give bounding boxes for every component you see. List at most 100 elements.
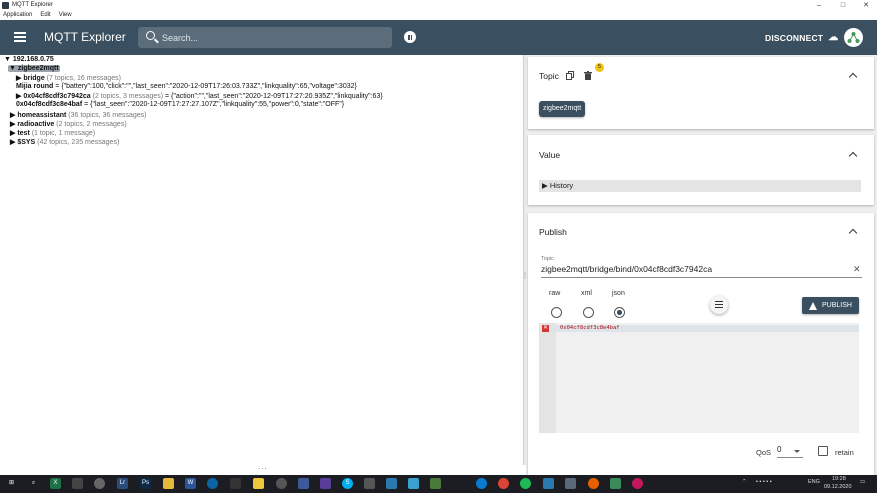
tree-node-device-2[interactable]: 0x04cf8cdf3c8e4baf = {"last_seen":"2020-… [16, 101, 344, 108]
app-icon-22[interactable] [520, 478, 531, 489]
network-icon [847, 32, 860, 43]
format-xml-radio[interactable] [583, 307, 594, 318]
avatar[interactable] [844, 28, 863, 47]
menu-edit[interactable]: Edit [40, 12, 50, 18]
app-icon-23[interactable] [543, 478, 554, 489]
tree-node-device-1[interactable]: ▶ 0x04cf8cdf3c7942ca (2 topics, 3 messag… [16, 92, 383, 100]
app-bar: MQTT Explorer DISCONNECT ☁ [0, 20, 877, 55]
tree-node-test[interactable]: ▶ test (1 topic, 1 message) [10, 129, 95, 137]
tray-icons[interactable]: ▪ ▪ ▪ ▪ ▪ [756, 479, 772, 485]
resize-dots-icon[interactable]: ... [258, 462, 268, 471]
language-indicator[interactable]: ENG [808, 479, 820, 485]
app-icon [2, 1, 9, 9]
tree-node-bridge[interactable]: ▶ bridge (7 topics, 16 messages) [16, 74, 121, 82]
app-icon-17[interactable] [386, 478, 397, 489]
value-panel: Value ▶ History [528, 135, 874, 205]
app-icon-3[interactable] [94, 478, 105, 489]
tree-node-zigbee2mqtt[interactable]: ▼ zigbee2mqtt [8, 65, 60, 72]
minimize-button[interactable]: – [808, 0, 830, 10]
menu-icon[interactable] [14, 32, 26, 42]
mqtt-explorer-taskbar-icon[interactable] [565, 478, 576, 489]
tree-node-radioactive[interactable]: ▶ radioactive (2 topics, 2 messages) [10, 120, 127, 128]
topic-panel: Topic 5 zigbee2mqtt [528, 57, 874, 129]
tree-node-homeassistant[interactable]: ▶ homeassistant (36 topics, 36 messages) [10, 111, 147, 119]
publish-topic-underline [541, 277, 862, 278]
tree-node-mijia-round[interactable]: Mijia round = {"battery":100,"click":"",… [16, 83, 357, 90]
word-icon[interactable]: W [185, 478, 196, 489]
publish-panel-title: Publish [539, 227, 567, 237]
app-icon-14[interactable] [320, 478, 331, 489]
error-icon: ✕ [542, 325, 549, 332]
qos-select[interactable]: 0 [777, 445, 803, 458]
app-title: MQTT Explorer [44, 30, 126, 44]
menu-view[interactable]: View [59, 12, 72, 18]
qos-value: 0 [777, 445, 782, 454]
format-json-button[interactable] [710, 296, 728, 314]
topic-collapse-icon[interactable] [848, 72, 858, 82]
app-icon-16[interactable] [364, 478, 375, 489]
topic-tree: ▼ 192.168.0.75 ▼ zigbee2mqtt ▶ bridge (7… [0, 55, 523, 465]
window-titlebar: MQTT Explorer – □ ✕ [0, 0, 877, 10]
topic-panel-title: Topic [539, 71, 559, 81]
disconnect-button[interactable]: DISCONNECT ☁ [765, 32, 838, 43]
value-collapse-icon[interactable] [848, 151, 858, 161]
payload-editor[interactable]: ✕ 0x04cf8cdf3c8e4baf [539, 323, 859, 433]
edge-icon[interactable] [476, 478, 487, 489]
notes-icon[interactable] [253, 478, 264, 489]
app-icon-19[interactable] [430, 478, 441, 489]
publish-collapse-icon[interactable] [848, 228, 858, 238]
tray-chevron-icon[interactable]: ⌃ [742, 479, 747, 485]
search-input[interactable] [162, 27, 382, 48]
format-json-radio[interactable] [614, 307, 625, 318]
qos-label: QoS [756, 448, 772, 457]
window-title: MQTT Explorer [12, 2, 53, 8]
clock-date[interactable]: 09.12.2020 [824, 484, 852, 490]
tree-node-root[interactable]: ▼ 192.168.0.75 [4, 56, 54, 63]
pause-icon[interactable] [404, 31, 416, 43]
menu-application[interactable]: Application [3, 12, 32, 18]
explorer-icon[interactable] [163, 478, 174, 489]
menu-bar: Application Edit View [0, 10, 877, 20]
history-toggle[interactable]: ▶ History [539, 180, 861, 192]
format-xml-label: xml [581, 290, 592, 297]
firefox-icon[interactable] [588, 478, 599, 489]
excel-icon[interactable]: X [50, 478, 61, 489]
publish-button-label: PUBLISH [822, 302, 852, 309]
search-box[interactable] [138, 27, 392, 48]
maximize-button[interactable]: □ [832, 0, 854, 10]
publish-button[interactable]: PUBLISH [802, 297, 859, 314]
disconnect-label: DISCONNECT [765, 32, 824, 43]
publish-topic-label: Topic [541, 256, 554, 262]
taskbar-search-icon[interactable]: ⌕ [28, 478, 39, 489]
cloud-off-icon: ☁ [828, 32, 839, 43]
tool-icon[interactable] [230, 478, 241, 489]
chrome-icon[interactable] [498, 478, 509, 489]
app-icon-27[interactable] [632, 478, 643, 489]
publish-topic-input[interactable]: zigbee2mqtt/bridge/bind/0x04cf8cdf3c7942… [541, 264, 712, 274]
windows-start-icon[interactable]: ⊞ [6, 478, 17, 489]
chevron-down-icon [794, 450, 800, 453]
file-icon[interactable] [72, 478, 83, 489]
lightroom-icon[interactable]: Lr [117, 478, 128, 489]
format-raw-radio[interactable] [551, 307, 562, 318]
delete-icon[interactable] [584, 71, 592, 80]
app-icon-18[interactable] [408, 478, 419, 489]
notifications-icon[interactable]: ▭ [860, 479, 865, 485]
tree-node-sys[interactable]: ▶ $SYS (42 topics, 235 messages) [10, 138, 119, 146]
app-icon-26[interactable] [610, 478, 621, 489]
close-button[interactable]: ✕ [855, 0, 877, 10]
photoshop-icon[interactable]: Ps [140, 478, 151, 489]
clear-topic-icon[interactable]: ✕ [853, 264, 861, 275]
media-icon[interactable] [276, 478, 287, 489]
details-pane: Topic 5 zigbee2mqtt Value ▶ History Publ… [526, 55, 877, 475]
retain-label: retain [835, 448, 854, 457]
browser-icon[interactable] [207, 478, 218, 489]
retain-checkbox[interactable] [818, 446, 828, 456]
topic-breadcrumb-chip[interactable]: zigbee2mqtt [539, 101, 586, 117]
app-icon-13[interactable] [298, 478, 309, 489]
editor-code-line: 0x04cf8cdf3c8e4baf [560, 325, 620, 331]
copy-icon[interactable] [566, 71, 574, 80]
clock-time[interactable]: 19:28 [832, 476, 846, 482]
skype-icon[interactable]: S [342, 478, 353, 489]
delete-count-badge: 5 [595, 63, 604, 72]
